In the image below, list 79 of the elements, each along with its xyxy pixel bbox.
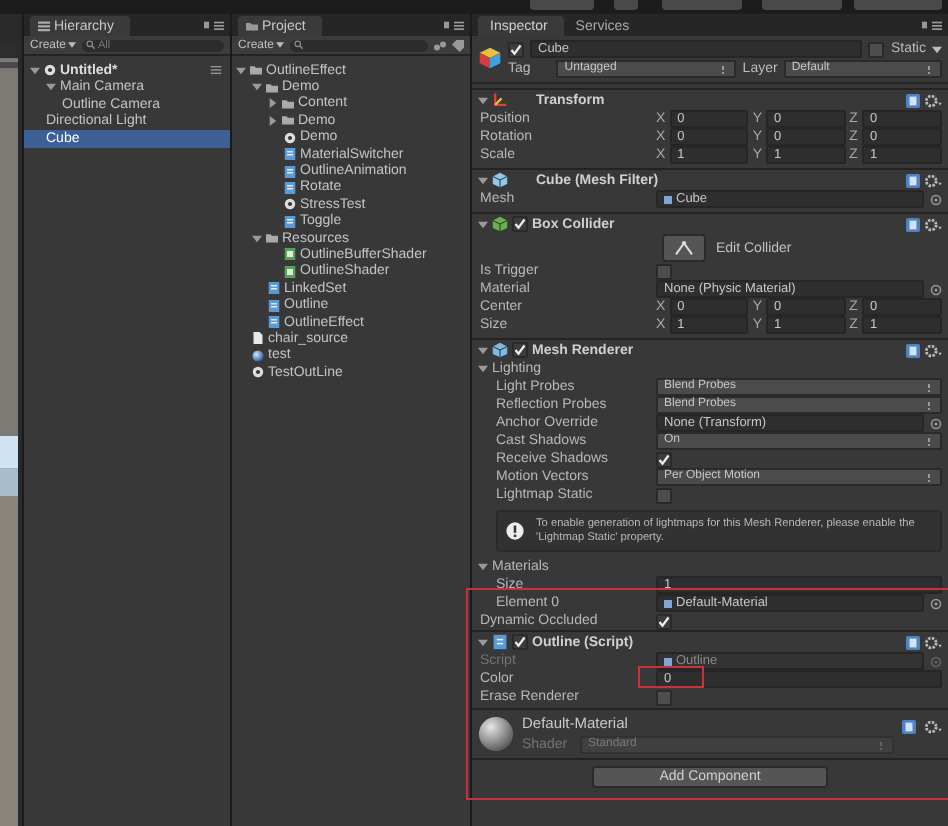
expand-arrow-icon[interactable] bbox=[252, 233, 262, 244]
settings-icon[interactable] bbox=[924, 343, 942, 357]
settings-icon[interactable] bbox=[924, 217, 942, 231]
enabled-checkbox[interactable] bbox=[512, 634, 528, 650]
menu-icon[interactable] bbox=[204, 20, 224, 30]
checkbox[interactable] bbox=[656, 451, 672, 467]
unity-logo-icon bbox=[284, 198, 296, 211]
sphere-icon bbox=[478, 716, 514, 752]
help-icon[interactable] bbox=[906, 217, 920, 231]
enabled-checkbox[interactable] bbox=[512, 342, 528, 358]
checkbox[interactable] bbox=[656, 613, 672, 629]
script-icon bbox=[268, 282, 280, 295]
settings-icon[interactable] bbox=[924, 635, 942, 649]
expand-arrow-icon[interactable] bbox=[478, 562, 488, 572]
script-icon bbox=[284, 148, 296, 161]
asset-icon bbox=[664, 195, 672, 203]
settings-icon[interactable] bbox=[924, 720, 942, 734]
checkbox[interactable] bbox=[656, 689, 672, 705]
filter-icon[interactable] bbox=[434, 39, 446, 51]
unity-logo-icon bbox=[44, 64, 56, 77]
vertex-icon bbox=[674, 240, 694, 256]
script-icon bbox=[492, 634, 508, 650]
expand-arrow-icon[interactable] bbox=[236, 65, 246, 76]
folder-icon bbox=[246, 20, 258, 32]
picker-icon[interactable] bbox=[930, 597, 942, 609]
active-checkbox[interactable] bbox=[508, 41, 524, 57]
edit-collider-button[interactable] bbox=[662, 234, 706, 262]
info-icon bbox=[506, 522, 524, 540]
unity-logo-icon bbox=[284, 131, 296, 144]
help-icon[interactable] bbox=[906, 173, 920, 187]
cube-icon bbox=[478, 46, 502, 70]
asset-icon bbox=[664, 599, 672, 607]
script-icon bbox=[268, 316, 280, 329]
list-icon bbox=[38, 20, 50, 32]
script-icon bbox=[284, 181, 296, 194]
enabled-checkbox[interactable] bbox=[512, 216, 528, 232]
menu-icon[interactable] bbox=[210, 66, 222, 75]
dropdown-arrow-icon[interactable] bbox=[932, 45, 942, 53]
search-icon bbox=[86, 40, 97, 50]
expand-arrow-icon[interactable] bbox=[478, 345, 488, 355]
expand-arrow-icon[interactable] bbox=[268, 98, 278, 109]
menu-icon[interactable] bbox=[444, 20, 464, 30]
expand-arrow-icon[interactable] bbox=[252, 82, 262, 93]
search-icon bbox=[294, 40, 305, 50]
transform-icon bbox=[492, 92, 508, 108]
search-field[interactable] bbox=[290, 39, 428, 51]
asset-icon bbox=[664, 657, 672, 665]
expand-arrow-icon[interactable] bbox=[268, 115, 278, 126]
expand-arrow-icon[interactable] bbox=[30, 65, 40, 76]
help-icon[interactable] bbox=[906, 93, 920, 107]
cube-icon bbox=[492, 342, 508, 358]
script-icon bbox=[268, 299, 280, 312]
expand-arrow-icon[interactable] bbox=[478, 175, 488, 185]
checkbox[interactable] bbox=[656, 263, 672, 279]
expand-arrow-icon[interactable] bbox=[478, 219, 488, 229]
script-icon bbox=[284, 165, 296, 178]
settings-icon[interactable] bbox=[924, 93, 942, 107]
expand-arrow-icon[interactable] bbox=[46, 82, 56, 93]
expand-arrow-icon[interactable] bbox=[478, 637, 488, 647]
picker-icon[interactable] bbox=[930, 283, 942, 295]
file-icon bbox=[252, 332, 264, 345]
cube-icon bbox=[492, 172, 508, 188]
unity-logo-icon bbox=[252, 366, 264, 379]
folder-icon bbox=[266, 232, 278, 245]
dropdown-arrow-icon[interactable] bbox=[276, 42, 285, 48]
settings-icon[interactable] bbox=[924, 173, 942, 187]
expand-arrow-icon[interactable] bbox=[478, 364, 488, 374]
expand-arrow-icon[interactable] bbox=[478, 95, 488, 105]
sphere-icon bbox=[252, 349, 264, 362]
static-checkbox[interactable] bbox=[868, 41, 885, 57]
picker-icon[interactable] bbox=[930, 417, 942, 429]
help-icon[interactable] bbox=[906, 635, 920, 649]
help-icon[interactable] bbox=[906, 343, 920, 357]
cube-icon bbox=[492, 216, 508, 232]
script-icon bbox=[284, 215, 296, 228]
picker-icon[interactable] bbox=[930, 193, 942, 205]
checkbox[interactable] bbox=[656, 487, 672, 503]
dropdown-arrow-icon[interactable] bbox=[68, 42, 77, 48]
menu-icon[interactable] bbox=[922, 20, 942, 30]
